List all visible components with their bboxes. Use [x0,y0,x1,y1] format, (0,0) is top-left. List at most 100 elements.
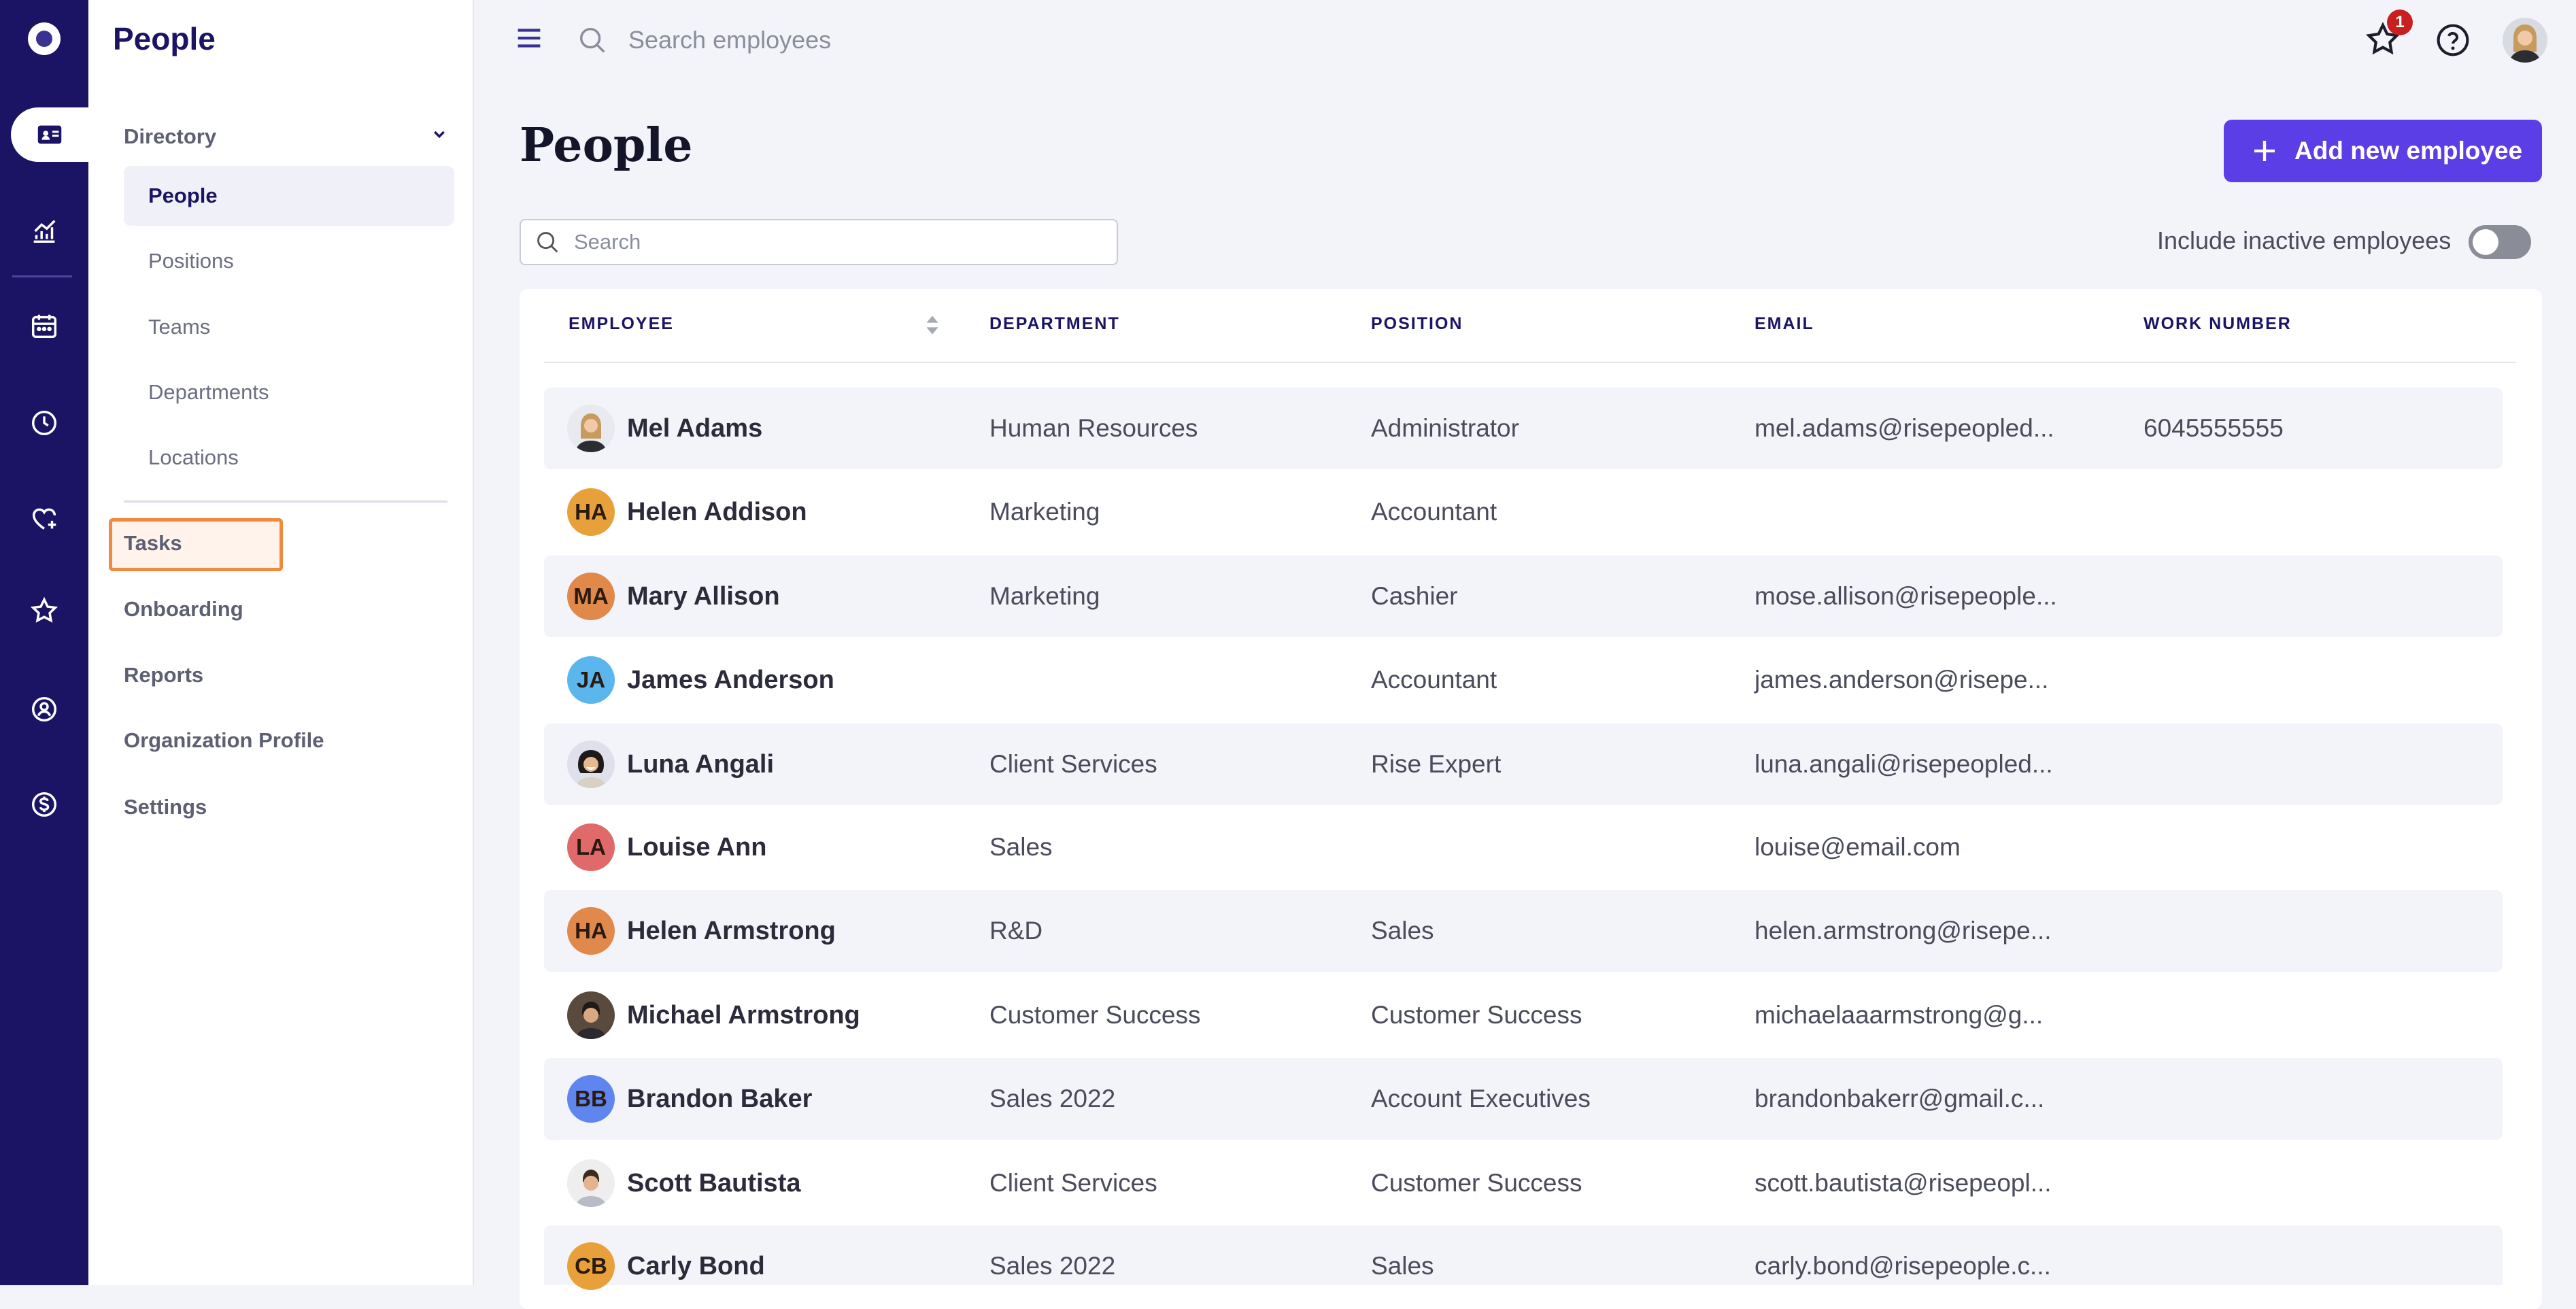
employee-department: R&D [989,917,1043,945]
sidebar-group-directory[interactable]: Directory [124,124,216,149]
sidebar-item-departments[interactable]: Departments [124,362,454,422]
table-header-divider [544,362,2516,363]
sidebar-item-reports[interactable]: Reports [124,663,203,687]
employee-department: Customer Success [989,1001,1201,1029]
avatar: JA [567,656,615,704]
employee-name[interactable]: James Anderson [627,639,834,721]
star-icon[interactable] [0,583,88,638]
employee-email: louise@email.com [1755,833,1961,861]
employee-email: luna.angali@risepeopled... [1755,750,2053,778]
table-row[interactable]: LA Louise Ann Sales louise@email.com [544,806,2503,888]
employee-email: michaelaaarmstrong@g... [1755,1001,2044,1029]
people-search-input[interactable] [573,229,1092,255]
column-header-position[interactable]: POSITION [1371,314,1463,334]
employee-department: Sales 2022 [989,1252,1116,1280]
employee-name[interactable]: Luna Angali [627,724,774,805]
employee-name[interactable]: Helen Armstrong [627,890,836,972]
menu-icon[interactable] [515,26,543,50]
employee-position: Customer Success [1371,1001,1582,1029]
logo-icon[interactable] [28,22,61,55]
column-header-department[interactable]: DEPARTMENT [989,314,1120,334]
employee-name[interactable]: Brandon Baker [627,1058,812,1140]
employee-department: Human Resources [989,414,1198,442]
include-inactive-toggle[interactable] [2469,225,2531,259]
table-row[interactable]: JA James Anderson Accountant james.ander… [544,639,2503,721]
sidebar-item-tasks[interactable]: Tasks [124,531,182,556]
employee-search-input[interactable]: Search employees [628,26,831,54]
employee-email: scott.bautista@risepeopl... [1755,1169,2052,1197]
employee-position: Administrator [1371,414,1519,442]
sidebar-divider [124,500,447,503]
chevron-down-icon[interactable] [428,124,450,146]
clock-icon[interactable] [0,396,88,450]
table-row[interactable]: Michael Armstrong Customer Success Custo… [544,974,2503,1056]
table-row[interactable]: MA Mary Allison Marketing Cashier mose.a… [544,556,2503,637]
employee-position: Cashier [1371,582,1458,610]
heart-plus-icon[interactable] [0,491,88,545]
employee-name[interactable]: Carly Bond [627,1225,765,1307]
sidebar-item-locations[interactable]: Locations [124,428,454,488]
employee-position: Rise Expert [1371,750,1502,778]
sidebar-item-settings[interactable]: Settings [124,795,207,819]
notification-badge: 1 [2387,10,2413,35]
employee-position: Sales [1371,917,1434,945]
avatar [567,405,615,452]
add-new-employee-label: Add new employee [2294,137,2523,165]
people-search-box [520,219,1118,265]
table-row[interactable]: Mel Adams Human Resources Administrator … [544,388,2503,469]
avatar: HA [567,488,615,536]
avatar: CB [567,1242,615,1290]
add-new-employee-button[interactable]: Add new employee [2224,120,2542,182]
table-row[interactable]: HA Helen Addison Marketing Accountant [544,471,2503,553]
employee-department: Client Services [989,750,1157,778]
avatar [567,1159,615,1207]
employee-name[interactable]: Helen Addison [627,471,807,553]
avatar: LA [567,823,615,871]
table-row[interactable]: HA Helen Armstrong R&D Sales helen.armst… [544,890,2503,972]
employee-name[interactable]: Michael Armstrong [627,974,860,1056]
sort-icon[interactable] [923,313,941,337]
people-card-icon[interactable] [11,107,88,162]
employee-email: carly.bond@risepeople.c... [1755,1252,2051,1280]
employee-department: Sales 2022 [989,1085,1116,1112]
person-search-icon[interactable] [0,682,88,736]
employee-department: Marketing [989,498,1100,526]
employee-name[interactable]: Scott Bautista [627,1142,800,1224]
search-icon [537,232,558,253]
sidebar-title: People [113,21,216,56]
sidebar: People Directory People Positions Teams … [88,0,474,1285]
table-row[interactable]: BB Brandon Baker Sales 2022 Account Exec… [544,1058,2503,1140]
column-header-employee[interactable]: EMPLOYEE [569,314,674,334]
avatar [567,991,615,1039]
employee-email: mose.allison@risepeople... [1755,582,2057,610]
column-header-work-number[interactable]: WORK NUMBER [2143,314,2292,334]
employee-name[interactable]: Mel Adams [627,388,762,469]
column-header-email[interactable]: EMAIL [1755,314,1814,334]
sidebar-item-people[interactable]: People [124,166,454,226]
employee-name[interactable]: Mary Allison [627,556,780,637]
table-row[interactable]: Scott Bautista Client Services Customer … [544,1142,2503,1224]
user-avatar[interactable] [2503,18,2547,63]
employee-email: mel.adams@risepeopled... [1755,414,2054,442]
employee-position: Sales [1371,1252,1434,1280]
table-row[interactable]: CB Carly Bond Sales 2022 Sales carly.bon… [544,1225,2503,1290]
analytics-icon[interactable] [0,204,88,258]
employee-work-number: 6045555555 [2143,414,2284,442]
employee-department: Sales [989,833,1053,861]
employee-department: Marketing [989,582,1100,610]
sidebar-item-teams[interactable]: Teams [124,297,454,357]
calendar-icon[interactable] [0,299,88,354]
table-row[interactable]: Luna Angali Client Services Rise Expert … [544,724,2503,805]
icon-rail [0,0,88,1285]
sidebar-item-organization-profile[interactable]: Organization Profile [124,728,324,753]
employee-name[interactable]: Louise Ann [627,806,766,888]
avatar: HA [567,907,615,955]
sidebar-item-onboarding[interactable]: Onboarding [124,597,243,622]
employee-position: Accountant [1371,666,1497,694]
help-icon[interactable] [2435,22,2471,58]
dollar-icon[interactable] [0,777,88,832]
plus-icon [2254,141,2275,161]
include-inactive-label: Include inactive employees [2157,226,2452,254]
employee-position: Customer Success [1371,1169,1582,1197]
sidebar-item-positions[interactable]: Positions [124,231,454,291]
